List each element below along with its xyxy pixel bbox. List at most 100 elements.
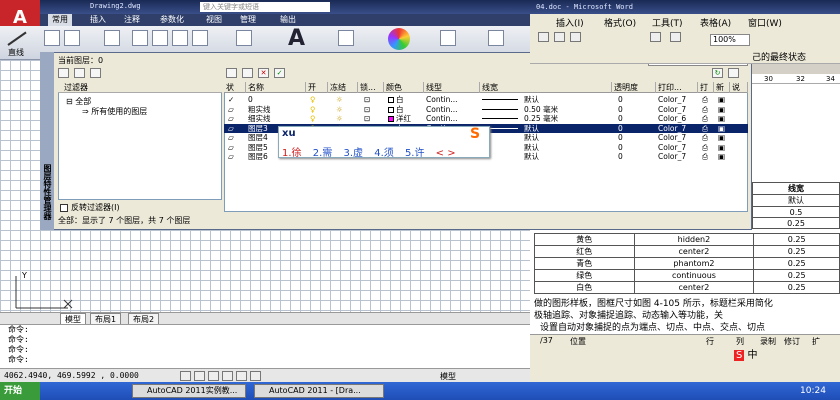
tab-manage[interactable]: 管理 [236,14,260,26]
layer-lineweight[interactable]: 0.50 毫米 [524,105,558,114]
layer-lineweight[interactable]: 默认 [524,152,539,161]
layer-color[interactable]: 白 [388,95,404,104]
layer-transparency[interactable]: 0 [618,95,623,104]
new-layer-icon[interactable] [226,68,237,78]
layer-new-vp-icon[interactable]: ▣ [718,124,725,133]
layer-plot-style[interactable]: Color_7 [658,124,686,133]
layer-name[interactable]: 图层4 [248,133,268,142]
layer-freeze-icon[interactable]: ☼ [336,114,343,123]
layer-plot-icon[interactable]: ⎙ [702,124,708,133]
ime-mode[interactable]: 中 [748,350,758,361]
ortho-toggle[interactable] [208,371,219,381]
copy-icon[interactable] [132,30,148,46]
layer-transparency[interactable]: 0 [618,143,623,152]
array-icon[interactable] [192,30,208,46]
col-color[interactable]: 颜色 [384,82,424,93]
tab-insert[interactable]: 插入 [86,14,110,26]
col-transparency[interactable]: 透明度 [612,82,656,93]
refresh-icon[interactable]: ↻ [712,68,723,78]
mirror-icon[interactable] [152,30,168,46]
ime-toolbar[interactable]: S 中 [734,346,758,361]
tree-item-used[interactable]: ⇒ 所有使用的图层 [82,106,147,117]
col-description[interactable]: 说 [730,82,748,93]
layer-transparency[interactable]: 0 [618,124,623,133]
settings-icon[interactable] [728,68,739,78]
layer-new-vp-icon[interactable]: ▣ [718,114,725,123]
ime-candidate[interactable]: 1.徐 [282,148,302,159]
layer-new-vp-icon[interactable]: ▣ [718,105,725,114]
col-new-vp[interactable]: 新 [714,82,730,93]
layer-manager-side-bar[interactable]: 图层特性管理器 [40,52,54,230]
layer-plot-icon[interactable]: ⎙ [702,95,708,104]
layer-plot-icon[interactable]: ⎙ [702,133,708,142]
tab-annotate[interactable]: 注释 [120,14,144,26]
ime-candidate[interactable]: 2.需 [313,148,333,159]
ime-candidate[interactable]: 3.虚 [343,148,363,159]
osnap-toggle[interactable] [236,371,247,381]
zoom-select[interactable]: 100% [710,34,750,46]
layer-name[interactable]: 图层3 [248,124,268,133]
layer-linetype[interactable]: Contin... [426,105,458,114]
snap-toggle[interactable] [180,371,191,381]
polar-toggle[interactable] [222,371,233,381]
layer-plot-style[interactable]: Color_7 [658,95,686,104]
circle-icon[interactable] [64,30,80,46]
layer-plot-style[interactable]: Color_7 [658,133,686,142]
delete-layer-icon[interactable]: ✕ [258,68,269,78]
col-plot-style[interactable]: 打印... [656,82,698,93]
taskbar-item[interactable]: AutoCAD 2011实例教... [132,384,246,398]
redo-icon[interactable] [554,32,565,42]
layer-name[interactable]: 图层6 [248,152,268,161]
layer-plot-style[interactable]: Color_7 [658,105,686,114]
layer-new-vp-icon[interactable]: ▣ [718,133,725,142]
layer-color[interactable]: 白 [388,105,404,114]
col-on[interactable]: 开 [306,82,328,93]
new-filter-icon[interactable] [58,68,69,78]
layer-lineweight[interactable]: 默认 [524,124,539,133]
layer-lock-icon[interactable]: ⊡ [364,95,370,104]
layer-plot-style[interactable]: Color_6 [658,114,686,123]
grid-toggle[interactable] [194,371,205,381]
layer-on-icon[interactable]: ♀ [310,95,316,104]
move-icon[interactable] [104,30,120,46]
layer-lineweight[interactable]: 0.25 毫米 [524,114,558,123]
col-lineweight[interactable]: 线宽 [480,82,612,93]
columns-icon[interactable] [670,32,681,42]
layer-lock-icon[interactable]: ⊡ [364,105,370,114]
ime-candidate[interactable]: 5.许 [405,148,425,159]
command-window[interactable]: 命令: 命令: 命令: 命令: [0,324,530,368]
layer-plot-icon[interactable]: ⎙ [702,152,708,161]
layer-freeze-icon[interactable]: ☼ [336,105,343,114]
match-properties-icon[interactable] [440,30,456,46]
layer-plot-icon[interactable]: ⎙ [702,143,708,152]
layer-name[interactable]: 细实线 [248,114,271,123]
set-current-icon[interactable]: ✓ [274,68,285,78]
autocad-search-input[interactable]: 键入关键字或短语 [200,2,330,12]
taskbar-item[interactable]: AutoCAD 2011 - [Dra... [254,384,384,398]
col-linetype[interactable]: 线型 [424,82,480,93]
fillet-icon[interactable] [172,30,188,46]
tab-output[interactable]: 输出 [276,14,300,26]
layer-plot-style[interactable]: Color_7 [658,143,686,152]
layer-freeze-icon[interactable]: ☼ [336,95,343,104]
hyperlink-icon[interactable] [570,32,581,42]
layer-plot-icon[interactable]: ⎙ [702,114,708,123]
layer-lineweight[interactable]: 默认 [524,133,539,142]
line-button[interactable]: 直线 [2,28,36,60]
undo-icon[interactable] [538,32,549,42]
layer-lineweight[interactable]: 默认 [524,95,539,104]
layer-row[interactable]: ▱ 细实线 ♀ ☼ ⊡ 洋红 Contin... 0.25 毫米 0 Color_6 ⎙ ▣ [224,114,748,123]
layer-new-vp-icon[interactable]: ▣ [718,152,725,161]
layer-name[interactable]: 图层5 [248,143,268,152]
text-icon[interactable]: A [288,26,305,51]
layer-linetype[interactable]: Contin... [426,95,458,104]
col-lock[interactable]: 锁... [358,82,384,93]
clipboard-icon[interactable] [488,30,504,46]
layer-transparency[interactable]: 0 [618,152,623,161]
layer-name[interactable]: 0 [248,95,253,104]
ime-page-nav[interactable]: < > [436,148,456,159]
layer-transparency[interactable]: 0 [618,133,623,142]
model-status[interactable]: 模型 [440,371,456,382]
layer-plot-style[interactable]: Color_7 [658,152,686,161]
layer-transparency[interactable]: 0 [618,105,623,114]
